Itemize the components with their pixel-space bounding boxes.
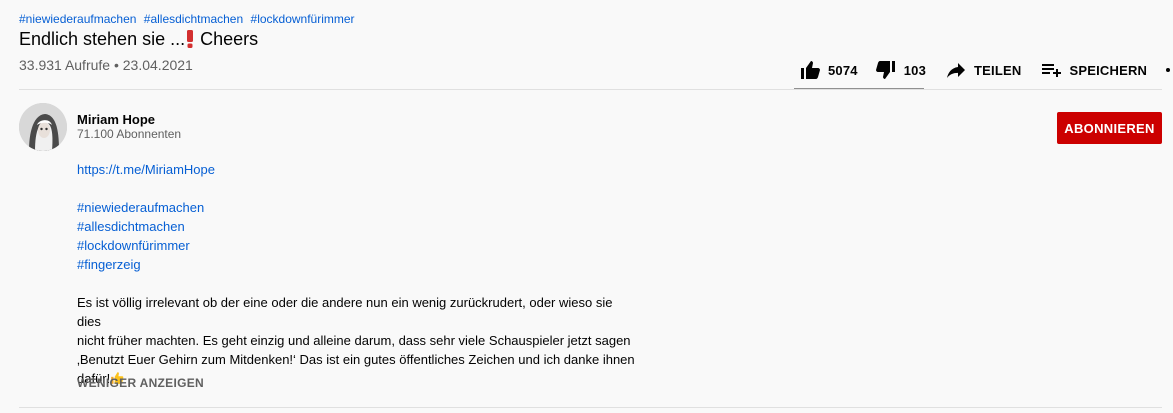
like-button[interactable]: 5074 — [798, 58, 858, 82]
description-hashtag[interactable]: #allesdichtmachen — [77, 217, 637, 236]
exclamation-emoji-icon — [187, 30, 194, 48]
share-arrow-icon — [947, 63, 966, 78]
divider — [19, 407, 1162, 408]
dislike-button[interactable]: 103 — [874, 58, 926, 82]
thumb-down-icon — [875, 61, 895, 79]
video-hashtags: #niewiederaufmachen #allesdichtmachen #l… — [19, 12, 359, 26]
description-hashtag[interactable]: #lockdownfürimmer — [77, 236, 637, 255]
hashtag-link[interactable]: #allesdichtmachen — [144, 12, 243, 26]
show-less-button[interactable]: WENIGER ANZEIGEN — [77, 376, 204, 390]
meta-separator: • — [110, 57, 123, 73]
save-button[interactable]: SPEICHERN — [1039, 58, 1147, 82]
more-dots-icon — [1166, 68, 1171, 72]
save-label: SPEICHERN — [1069, 62, 1148, 78]
video-meta: 33.931 Aufrufe • 23.04.2021 — [19, 57, 193, 73]
channel-name[interactable]: Miriam Hope — [77, 112, 155, 127]
dislike-count: 103 — [903, 62, 927, 78]
upload-date: 23.04.2021 — [122, 57, 193, 73]
like-count: 5074 — [828, 62, 858, 78]
channel-avatar[interactable] — [19, 103, 67, 151]
action-bar: 5074 103 TEILEN SPEICHERN — [790, 50, 1173, 90]
avatar-image — [19, 103, 67, 151]
view-count: 33.931 Aufrufe — [19, 57, 111, 73]
video-title-text: Endlich stehen sie ... — [19, 29, 186, 49]
description-hashtag[interactable]: #fingerzeig — [77, 255, 637, 274]
thumb-up-icon — [801, 61, 820, 79]
share-label: TEILEN — [974, 62, 1022, 78]
divider — [19, 89, 1162, 90]
share-button[interactable]: TEILEN — [944, 58, 1021, 82]
video-description: https://t.me/MiriamHope #niewiederaufmac… — [77, 160, 637, 388]
description-line: Es ist völlig irrelevant ob der eine ode… — [77, 295, 613, 329]
hashtag-link[interactable]: #niewiederaufmachen — [19, 12, 136, 26]
more-actions-button[interactable] — [1163, 58, 1173, 82]
playlist-add-icon — [1042, 64, 1062, 77]
description-hashtag[interactable]: #niewiederaufmachen — [77, 198, 637, 217]
video-title-suffix: Cheers — [195, 29, 259, 49]
subscriber-count: 71.100 Abonnenten — [77, 127, 182, 141]
subscribe-button[interactable]: ABONNIEREN — [1057, 112, 1162, 144]
telegram-link[interactable]: https://t.me/MiriamHope — [77, 160, 637, 179]
hashtag-link[interactable]: #lockdownfürimmer — [251, 12, 355, 26]
video-title: Endlich stehen sie ... Cheers — [19, 27, 258, 51]
description-line: nicht früher machten. Es geht einzig und… — [77, 333, 631, 348]
description-line: ‚Benutzt Euer Gehirn zum Mitdenken!‘ Das… — [77, 352, 635, 367]
